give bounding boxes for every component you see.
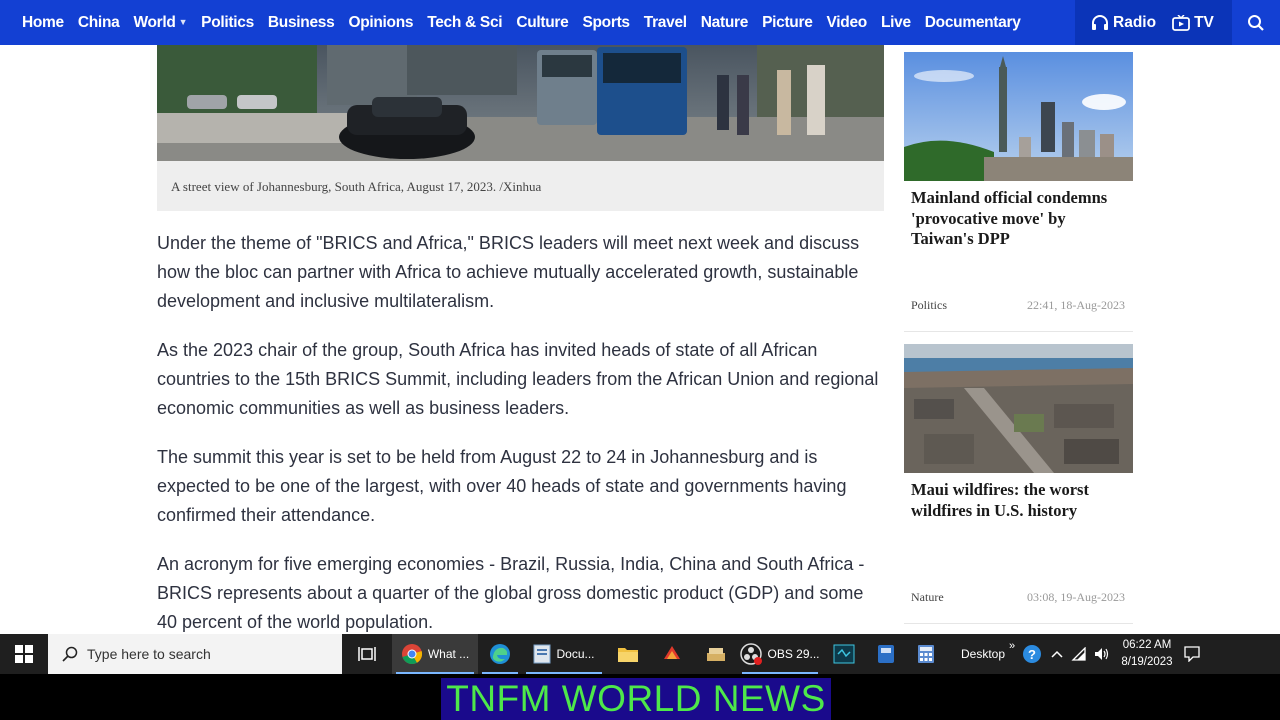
sidebar-card-category[interactable]: Nature [911, 590, 944, 605]
taskbar-search-box[interactable]: Type here to search [48, 634, 342, 674]
nav-opinions[interactable]: Opinions [348, 14, 413, 32]
books-icon [707, 648, 725, 661]
search-icon [62, 646, 78, 662]
start-button[interactable] [0, 634, 48, 674]
search-button[interactable] [1232, 0, 1280, 45]
nav-nature[interactable]: Nature [701, 14, 749, 32]
windows-taskbar: Type here to search What ... Docu... OBS… [0, 634, 1280, 674]
nav-politics[interactable]: Politics [201, 14, 254, 32]
sidebar-card-timestamp: 03:08, 19-Aug-2023 [1027, 590, 1125, 604]
nav-culture[interactable]: Culture [516, 14, 568, 32]
search-icon [1248, 14, 1264, 31]
taskbar-documents-button[interactable]: Docu... [522, 634, 606, 674]
radio-label: Radio [1113, 13, 1157, 31]
clock-display: 06:22 AM 8/19/2023 [1121, 637, 1172, 671]
screen-capture-icon [833, 644, 855, 664]
nav-world-label: World [133, 13, 176, 31]
taskbar-chrome-button[interactable]: What ... [392, 634, 478, 674]
taskbar-app4-button[interactable] [866, 634, 906, 674]
document-icon [533, 644, 551, 664]
image-caption: A street view of Johannesburg, South Afr… [157, 161, 884, 211]
tv-link[interactable]: TV [1172, 14, 1214, 32]
sidebar-card-image-taipei[interactable] [904, 52, 1133, 181]
sidebar-divider [904, 623, 1133, 624]
chevron-down-icon: ▼ [178, 16, 188, 27]
network-button[interactable] [1068, 634, 1090, 674]
desktop-label: Desktop [960, 647, 1006, 661]
taskbar-chrome-label: What ... [427, 647, 470, 661]
taskbar-app2-button[interactable] [694, 634, 738, 674]
sidebar-card-image-maui[interactable] [904, 344, 1133, 473]
notification-icon [1184, 646, 1200, 662]
banner-box: TNFM WORLD NEWS [441, 678, 831, 720]
calculator-icon [918, 645, 934, 663]
article-paragraph: An acronym for five emerging economies -… [157, 554, 865, 632]
headphones-icon [1092, 14, 1108, 30]
blue-app-icon [878, 645, 894, 663]
radio-tv-group: Radio TV [1075, 0, 1232, 45]
clock-time: 06:22 AM [1122, 639, 1172, 651]
taskbar-calculator-button[interactable] [906, 634, 946, 674]
clock-date: 8/19/2023 [1121, 656, 1173, 668]
wifi-icon [1071, 647, 1086, 661]
svg-text:?: ? [1028, 647, 1036, 662]
nav-china[interactable]: China [78, 14, 120, 32]
tv-icon [1172, 14, 1190, 31]
nav-live[interactable]: Live [881, 14, 911, 32]
taskbar-clock[interactable]: 06:22 AM 8/19/2023 [1114, 634, 1180, 674]
windows-logo-icon [15, 645, 33, 663]
volume-button[interactable] [1090, 634, 1114, 674]
task-view-button[interactable] [342, 634, 392, 674]
taskbar-documents-label: Docu... [556, 647, 595, 661]
sidebar-card-timestamp: 22:41, 18-Aug-2023 [1027, 298, 1125, 312]
sidebar-card-category[interactable]: Politics [911, 298, 947, 313]
chrome-icon [401, 644, 422, 665]
help-icon: ? [1023, 645, 1041, 663]
toolbar-overflow-button[interactable]: » [1006, 634, 1018, 674]
banner-title: TNFM WORLD NEWS [446, 678, 826, 719]
edge-icon [490, 644, 510, 664]
article-paragraph: As the 2023 chair of the group, South Af… [157, 340, 879, 418]
desktop-toolbar[interactable]: Desktop [960, 634, 1006, 674]
nav-picture[interactable]: Picture [762, 14, 813, 32]
taskbar-file-explorer-button[interactable] [606, 634, 650, 674]
obs-icon [740, 643, 763, 665]
folder-icon [618, 648, 638, 662]
nav-video[interactable]: Video [827, 14, 868, 32]
nav-travel[interactable]: Travel [644, 14, 687, 32]
nav-right-group: Radio TV [1075, 0, 1280, 45]
taskbar-app-button[interactable] [650, 634, 694, 674]
taskbar-edge-button[interactable] [478, 634, 522, 674]
nav-tech-sci[interactable]: Tech & Sci [427, 14, 502, 32]
nav-documentary[interactable]: Documentary [925, 14, 1021, 32]
article-page: A street view of Johannesburg, South Afr… [0, 45, 1280, 634]
task-view-icon [358, 647, 376, 661]
broadcast-banner: TNFM WORLD NEWS [0, 674, 1280, 720]
nav-links: Home China World ▼ Politics Business Opin… [0, 0, 1035, 45]
notifications-button[interactable] [1180, 634, 1204, 674]
nav-home[interactable]: Home [22, 14, 64, 32]
nav-sports[interactable]: Sports [582, 14, 630, 32]
tray-expand-button[interactable] [1046, 634, 1068, 674]
chevron-up-icon [1051, 650, 1063, 658]
taskbar-search-placeholder: Type here to search [87, 646, 211, 662]
radio-link[interactable]: Radio [1091, 14, 1156, 32]
help-button[interactable]: ? [1018, 634, 1046, 674]
overflow-chevron-icon: » [1008, 640, 1016, 652]
taskbar-obs-button[interactable]: OBS 29... [738, 634, 822, 674]
nav-world[interactable]: World ▼ [133, 14, 187, 32]
speaker-icon [1095, 648, 1109, 660]
article-hero-image [157, 45, 884, 161]
article-paragraph: The summit this year is set to be held f… [157, 447, 847, 525]
sidebar-card-title[interactable]: Mainland official condemns 'provocative … [911, 188, 1126, 250]
app-red-icon [664, 646, 680, 659]
top-navigation-bar: Home China World ▼ Politics Business Opin… [0, 0, 1280, 45]
taskbar-app3-button[interactable] [822, 634, 866, 674]
taskbar-obs-label: OBS 29... [767, 647, 820, 661]
article-paragraph: Under the theme of "BRICS and Africa," B… [157, 233, 860, 311]
sidebar-divider [904, 331, 1133, 332]
sidebar-card-title[interactable]: Maui wildfires: the worst wildfires in U… [911, 480, 1126, 521]
nav-business[interactable]: Business [268, 14, 335, 32]
tv-label: TV [1194, 13, 1214, 31]
